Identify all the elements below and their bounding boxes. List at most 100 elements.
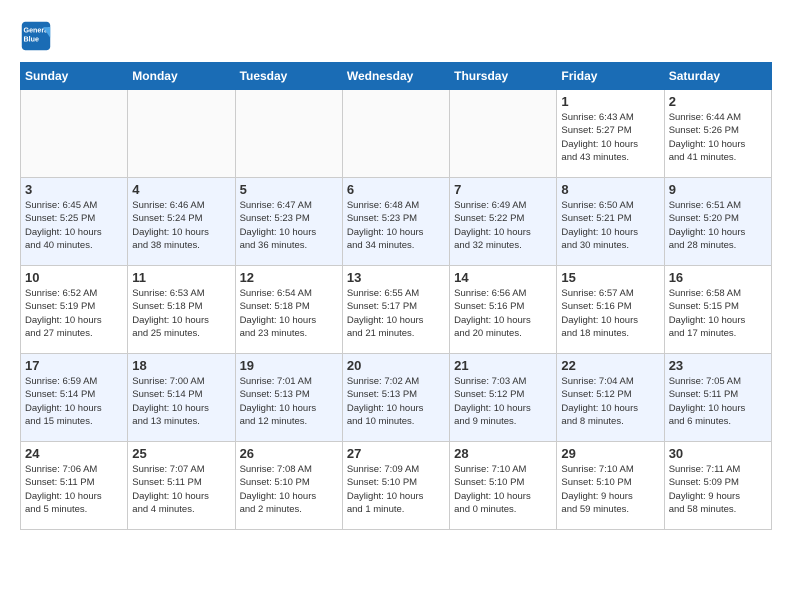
day-number: 18 [132,358,230,373]
day-number: 2 [669,94,767,109]
calendar-cell [342,90,449,178]
day-info: Sunrise: 7:09 AM Sunset: 5:10 PM Dayligh… [347,463,445,516]
day-info: Sunrise: 7:07 AM Sunset: 5:11 PM Dayligh… [132,463,230,516]
day-number: 28 [454,446,552,461]
calendar-cell: 4 Sunrise: 6:46 AM Sunset: 5:24 PM Daylig… [128,178,235,266]
day-number: 7 [454,182,552,197]
day-number: 15 [561,270,659,285]
day-info: Sunrise: 6:58 AM Sunset: 5:15 PM Dayligh… [669,287,767,340]
day-number: 5 [240,182,338,197]
day-number: 14 [454,270,552,285]
calendar-cell: 8Sunrise: 6:50 AM Sunset: 5:21 PM Daylig… [557,178,664,266]
weekday-header: Tuesday [235,63,342,90]
svg-text:Blue: Blue [24,35,39,43]
calendar-cell [128,90,235,178]
calendar-cell: 25 Sunrise: 7:07 AM Sunset: 5:11 PM Dayli… [128,442,235,530]
calendar-cell: 19Sunrise: 7:01 AM Sunset: 5:13 PM Dayli… [235,354,342,442]
logo: General Blue [20,20,56,52]
weekday-header: Thursday [450,63,557,90]
day-number: 30 [669,446,767,461]
day-number: 4 [132,182,230,197]
day-number: 26 [240,446,338,461]
calendar-cell [21,90,128,178]
calendar-cell: 6Sunrise: 6:48 AM Sunset: 5:23 PM Daylig… [342,178,449,266]
day-number: 1 [561,94,659,109]
day-number: 13 [347,270,445,285]
calendar-cell: 5Sunrise: 6:47 AM Sunset: 5:23 PM Daylig… [235,178,342,266]
day-info: Sunrise: 6:53 AM Sunset: 5:18 PM Dayligh… [132,287,230,340]
day-number: 22 [561,358,659,373]
day-number: 8 [561,182,659,197]
day-number: 24 [25,446,123,461]
day-number: 12 [240,270,338,285]
calendar-cell: 17Sunrise: 6:59 AM Sunset: 5:14 PM Dayli… [21,354,128,442]
day-info: Sunrise: 7:10 AM Sunset: 5:10 PM Dayligh… [561,463,659,516]
day-info: Sunrise: 6:45 AM Sunset: 5:25 PM Dayligh… [25,199,123,252]
day-info: Sunrise: 6:55 AM Sunset: 5:17 PM Dayligh… [347,287,445,340]
day-info: Sunrise: 6:57 AM Sunset: 5:16 PM Dayligh… [561,287,659,340]
day-info: Sunrise: 6:44 AM Sunset: 5:26 PM Dayligh… [669,111,767,164]
calendar-cell: 2 Sunrise: 6:44 AM Sunset: 5:26 PM Daylig… [664,90,771,178]
day-info: Sunrise: 7:05 AM Sunset: 5:11 PM Dayligh… [669,375,767,428]
calendar-cell: 12 Sunrise: 6:54 AM Sunset: 5:18 PM Dayli… [235,266,342,354]
calendar-cell: 14 Sunrise: 6:56 AM Sunset: 5:16 PM Dayli… [450,266,557,354]
calendar-cell: 22 Sunrise: 7:04 AM Sunset: 5:12 PM Dayli… [557,354,664,442]
day-number: 9 [669,182,767,197]
day-number: 17 [25,358,123,373]
day-number: 27 [347,446,445,461]
day-info: Sunrise: 7:11 AM Sunset: 5:09 PM Dayligh… [669,463,767,516]
calendar-cell: 26 Sunrise: 7:08 AM Sunset: 5:10 PM Dayli… [235,442,342,530]
day-info: Sunrise: 7:04 AM Sunset: 5:12 PM Dayligh… [561,375,659,428]
day-info: Sunrise: 7:10 AM Sunset: 5:10 PM Dayligh… [454,463,552,516]
day-info: Sunrise: 6:51 AM Sunset: 5:20 PM Dayligh… [669,199,767,252]
calendar-cell: 13 Sunrise: 6:55 AM Sunset: 5:17 PM Dayli… [342,266,449,354]
day-number: 23 [669,358,767,373]
day-number: 3 [25,182,123,197]
day-info: Sunrise: 7:00 AM Sunset: 5:14 PM Dayligh… [132,375,230,428]
day-info: Sunrise: 6:46 AM Sunset: 5:24 PM Dayligh… [132,199,230,252]
day-info: Sunrise: 7:08 AM Sunset: 5:10 PM Dayligh… [240,463,338,516]
day-info: Sunrise: 7:02 AM Sunset: 5:13 PM Dayligh… [347,375,445,428]
calendar-cell [450,90,557,178]
calendar-cell: 20 Sunrise: 7:02 AM Sunset: 5:13 PM Dayli… [342,354,449,442]
calendar-cell: 24 Sunrise: 7:06 AM Sunset: 5:11 PM Dayli… [21,442,128,530]
calendar-cell: 15 Sunrise: 6:57 AM Sunset: 5:16 PM Dayli… [557,266,664,354]
day-number: 20 [347,358,445,373]
day-number: 29 [561,446,659,461]
calendar-cell: 23 Sunrise: 7:05 AM Sunset: 5:11 PM Dayli… [664,354,771,442]
page-header: General Blue [20,20,772,52]
calendar-cell: 1Sunrise: 6:43 AM Sunset: 5:27 PM Daylig… [557,90,664,178]
calendar-cell: 29 Sunrise: 7:10 AM Sunset: 5:10 PM Dayli… [557,442,664,530]
weekday-header: Sunday [21,63,128,90]
weekday-header: Monday [128,63,235,90]
day-number: 11 [132,270,230,285]
calendar-cell [235,90,342,178]
calendar-cell: 7 Sunrise: 6:49 AM Sunset: 5:22 PM Daylig… [450,178,557,266]
day-info: Sunrise: 6:49 AM Sunset: 5:22 PM Dayligh… [454,199,552,252]
day-number: 16 [669,270,767,285]
calendar: SundayMondayTuesdayWednesdayThursdayFrid… [20,62,772,530]
calendar-week-row: 17Sunrise: 6:59 AM Sunset: 5:14 PM Dayli… [21,354,772,442]
weekday-header-row: SundayMondayTuesdayWednesdayThursdayFrid… [21,63,772,90]
calendar-cell: 10 Sunrise: 6:52 AM Sunset: 5:19 PM Dayli… [21,266,128,354]
calendar-cell: 18 Sunrise: 7:00 AM Sunset: 5:14 PM Dayli… [128,354,235,442]
calendar-cell: 3 Sunrise: 6:45 AM Sunset: 5:25 PM Daylig… [21,178,128,266]
calendar-cell: 9 Sunrise: 6:51 AM Sunset: 5:20 PM Daylig… [664,178,771,266]
day-number: 21 [454,358,552,373]
calendar-week-row: 10 Sunrise: 6:52 AM Sunset: 5:19 PM Dayli… [21,266,772,354]
calendar-week-row: 1Sunrise: 6:43 AM Sunset: 5:27 PM Daylig… [21,90,772,178]
day-info: Sunrise: 6:52 AM Sunset: 5:19 PM Dayligh… [25,287,123,340]
calendar-cell: 27 Sunrise: 7:09 AM Sunset: 5:10 PM Dayli… [342,442,449,530]
day-number: 19 [240,358,338,373]
calendar-cell: 28 Sunrise: 7:10 AM Sunset: 5:10 PM Dayli… [450,442,557,530]
day-info: Sunrise: 6:56 AM Sunset: 5:16 PM Dayligh… [454,287,552,340]
day-number: 6 [347,182,445,197]
day-info: Sunrise: 6:54 AM Sunset: 5:18 PM Dayligh… [240,287,338,340]
calendar-week-row: 3 Sunrise: 6:45 AM Sunset: 5:25 PM Daylig… [21,178,772,266]
calendar-cell: 16 Sunrise: 6:58 AM Sunset: 5:15 PM Dayli… [664,266,771,354]
day-number: 10 [25,270,123,285]
day-info: Sunrise: 7:06 AM Sunset: 5:11 PM Dayligh… [25,463,123,516]
day-number: 25 [132,446,230,461]
day-info: Sunrise: 7:03 AM Sunset: 5:12 PM Dayligh… [454,375,552,428]
calendar-cell: 21 Sunrise: 7:03 AM Sunset: 5:12 PM Dayli… [450,354,557,442]
